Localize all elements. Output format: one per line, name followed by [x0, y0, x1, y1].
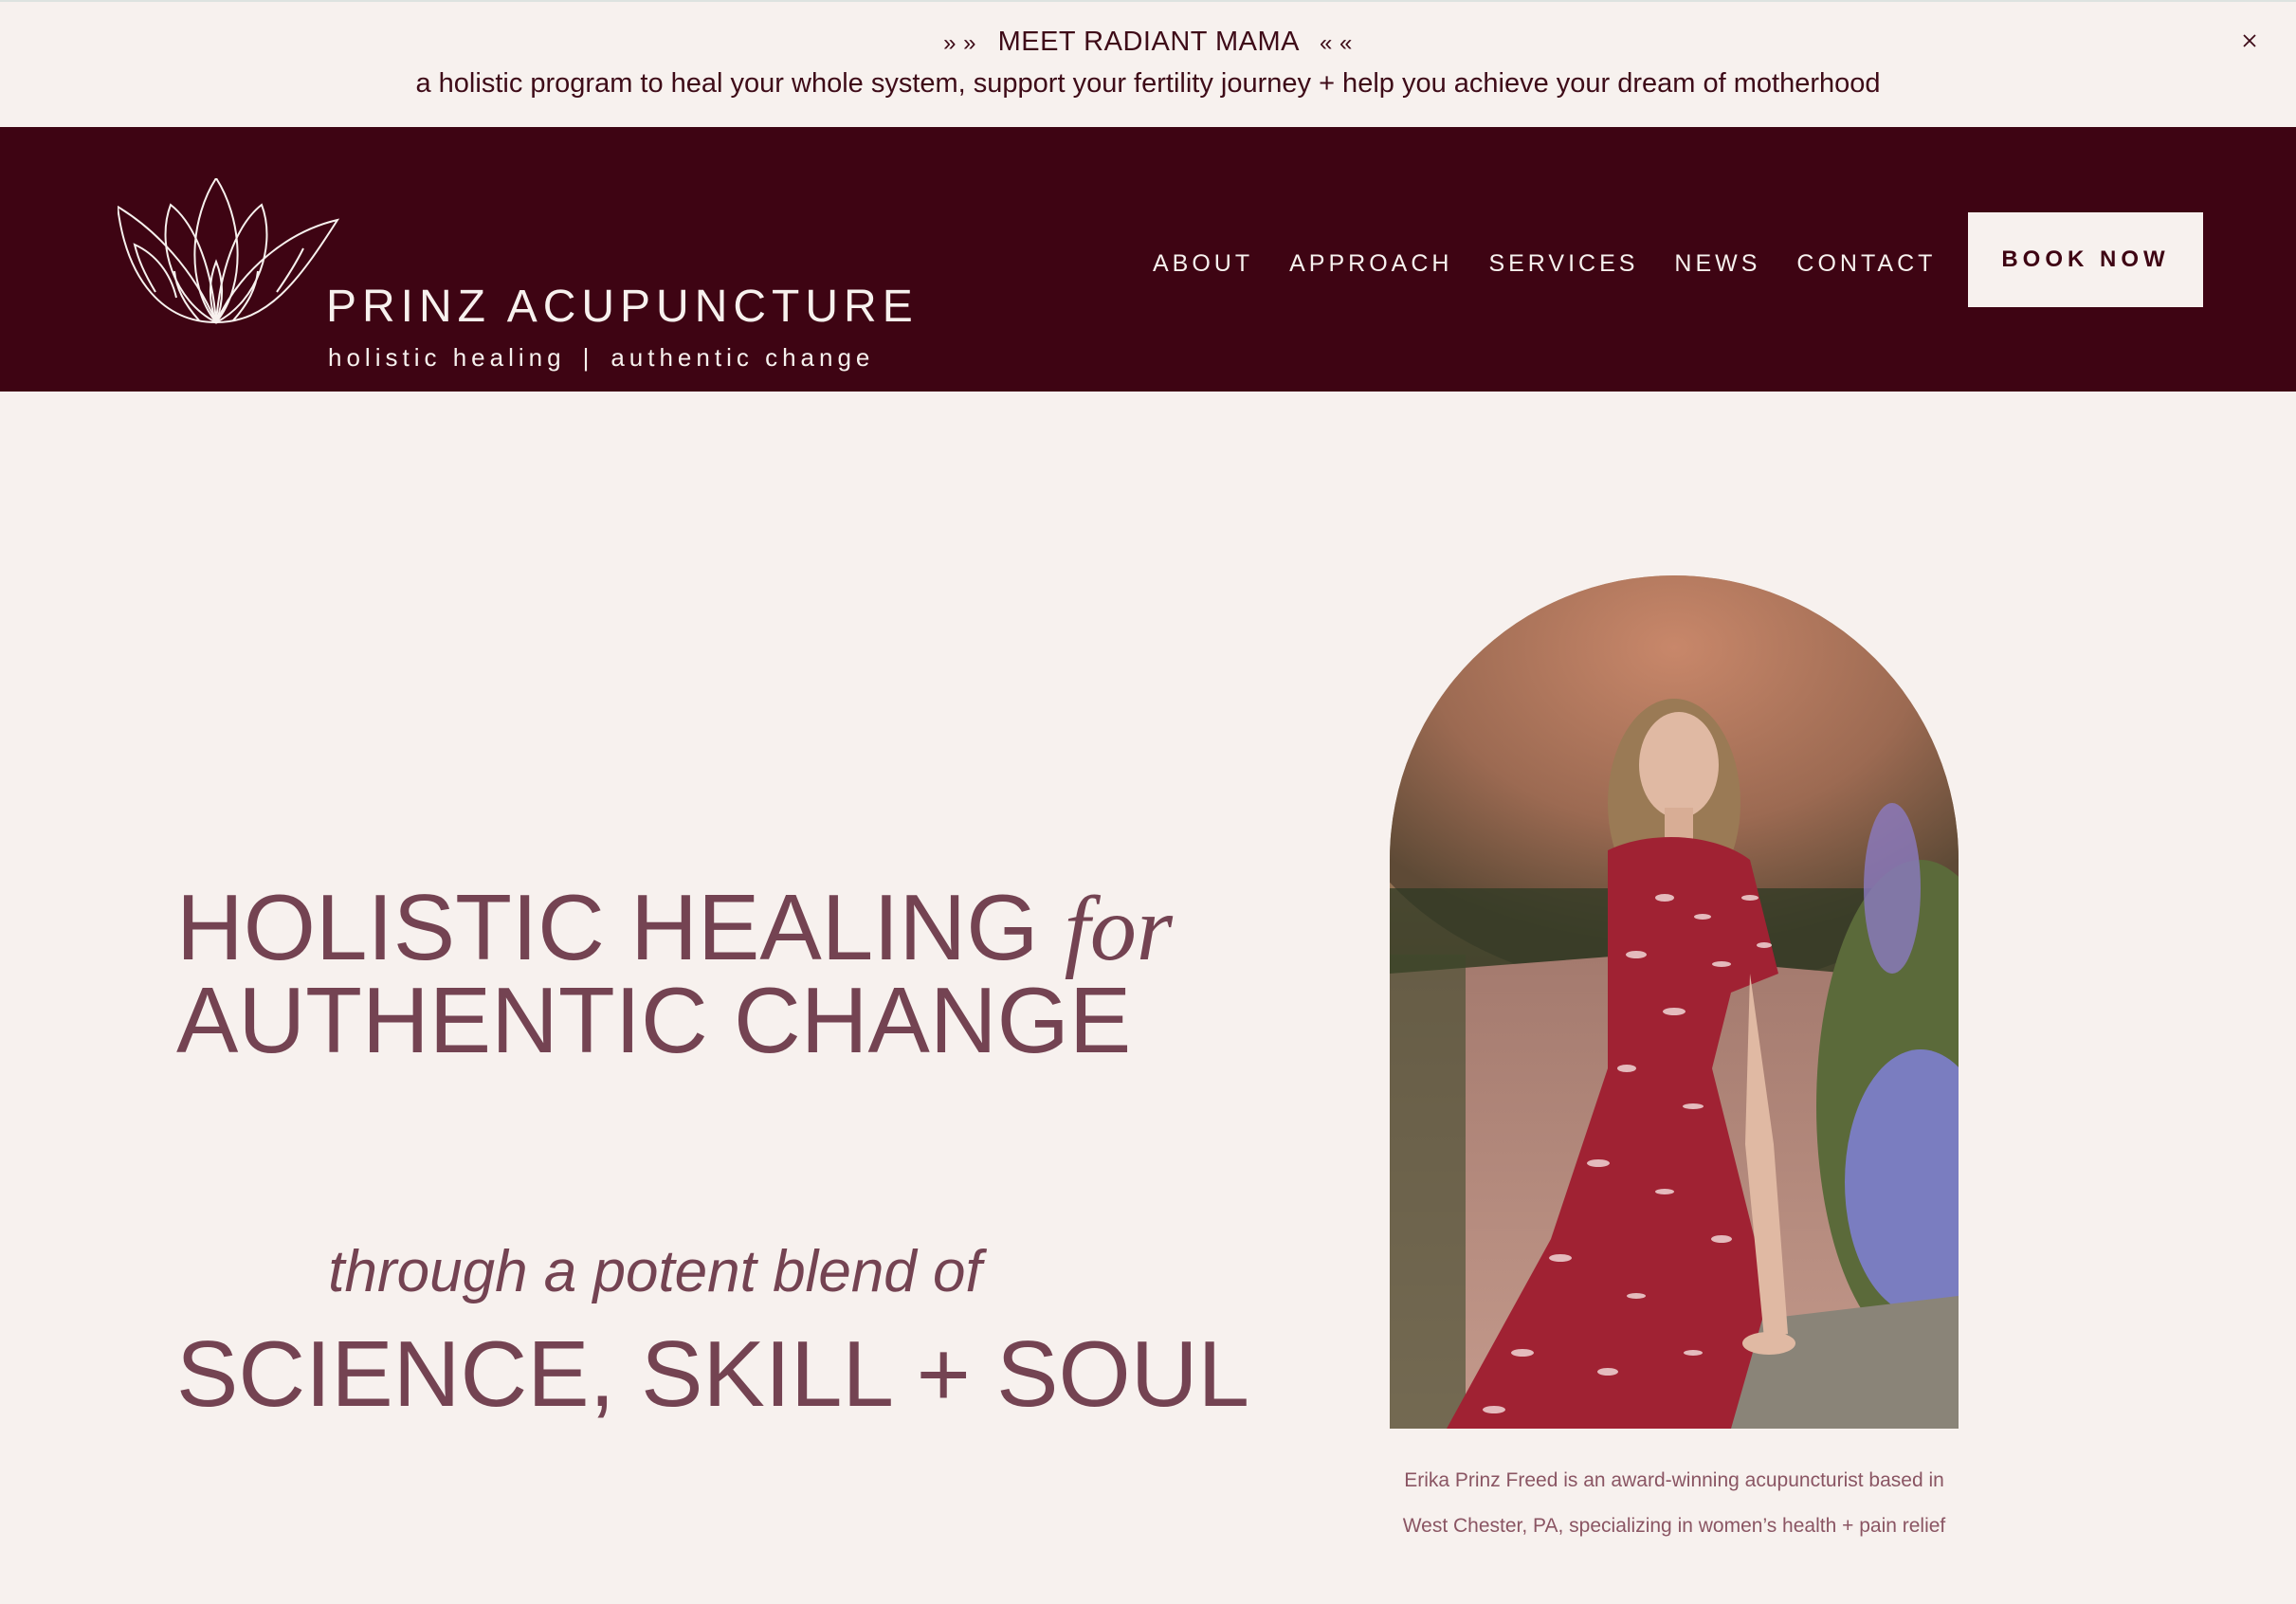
hero-title-line2: AUTHENTIC CHANGE	[176, 968, 1132, 1072]
lotus-icon	[116, 176, 341, 332]
announcement-subtitle[interactable]: a holistic program to heal your whole sy…	[0, 68, 2296, 100]
announcement-title-line[interactable]: » » MEET RADIANT MAMA « «	[0, 27, 2296, 58]
site-header: PRINZ ACUPUNCTURE holistic healing | authe…	[0, 127, 2296, 392]
hero-title-line1: HOLISTIC HEALING	[176, 875, 1039, 979]
nav-services[interactable]: SERVICES	[1488, 250, 1638, 278]
hero-title-italic: for	[1064, 878, 1174, 980]
caption-line-2: West Chester, PA, specializing in women’…	[1402, 1515, 1946, 1537]
portrait-photo	[1390, 575, 1959, 1429]
page: » » MEET RADIANT MAMA « « a holistic pro…	[0, 0, 2296, 1604]
book-now-button[interactable]: BOOK NOW	[1968, 212, 2203, 307]
hero-tagline: SCIENCE, SKILL + SOUL	[176, 1321, 1249, 1426]
caption-line-1: Erika Prinz Freed is an award-winning ac…	[1404, 1469, 1944, 1491]
hero-title: HOLISTIC HEALING for AUTHENTIC CHANGE	[176, 881, 1173, 1066]
brand-tagline-right: authentic change	[610, 343, 875, 372]
nav-approach[interactable]: APPROACH	[1289, 250, 1452, 278]
logo-link[interactable]: PRINZ ACUPUNCTURE holistic healing | authe…	[116, 176, 913, 370]
double-arrow-right-icon: » »	[943, 30, 977, 56]
nav-contact[interactable]: CONTACT	[1796, 250, 1936, 278]
brand-tagline-separator: |	[582, 343, 594, 372]
announcement-bar: » » MEET RADIANT MAMA « « a holistic pro…	[0, 0, 2296, 127]
nav-about[interactable]: ABOUT	[1153, 250, 1253, 278]
close-icon[interactable]	[2235, 27, 2264, 55]
hero-subtitle: through a potent blend of	[328, 1239, 982, 1304]
nav-news[interactable]: NEWS	[1674, 250, 1760, 278]
brand-tagline-left: holistic healing	[328, 343, 566, 372]
announcement-title: MEET RADIANT MAMA	[997, 27, 1299, 57]
main-nav: ABOUT APPROACH SERVICES NEWS CONTACT	[1153, 245, 1936, 283]
portrait-caption: Erika Prinz Freed is an award-winning ac…	[1390, 1458, 1959, 1549]
double-arrow-left-icon: « «	[1319, 30, 1353, 56]
brand-name: PRINZ ACUPUNCTURE	[326, 282, 919, 332]
brand-tagline: holistic healing | authentic change	[328, 345, 874, 370]
